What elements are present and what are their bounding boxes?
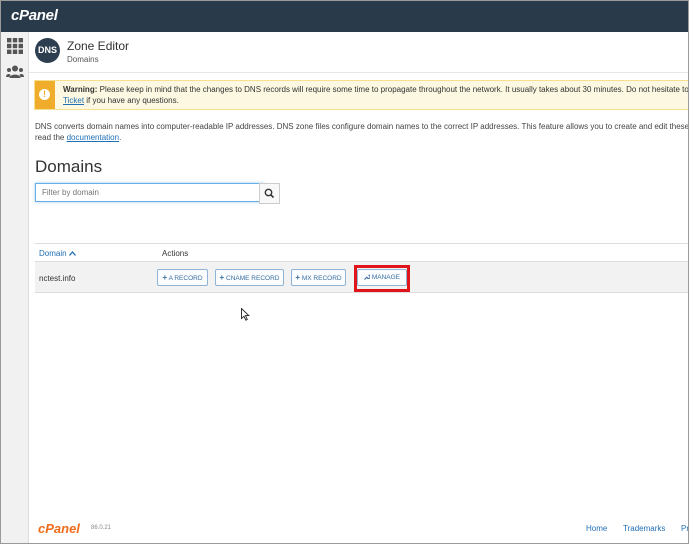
- side-nav: [1, 32, 29, 543]
- version-number: 86.0.21: [91, 525, 112, 531]
- header-divider: [29, 72, 688, 73]
- plus-icon: +: [219, 273, 225, 282]
- warning-message: Please keep in mind that the changes to …: [99, 85, 689, 94]
- description-line-2-prefix: read the: [35, 132, 65, 142]
- column-header-domain[interactable]: Domain: [39, 249, 76, 258]
- exclamation-icon: !: [39, 89, 50, 100]
- sort-ascending-icon: [68, 251, 76, 257]
- mouse-cursor-icon: [241, 308, 250, 321]
- footer-link-home[interactable]: Home: [586, 524, 607, 533]
- plus-icon: +: [162, 273, 168, 282]
- footer-link-privacy[interactable]: Pr: [681, 524, 688, 533]
- description-line-2-suffix: .: [119, 132, 122, 142]
- page-title: Zone Editor: [67, 39, 130, 53]
- column-header-domain-label: Domain: [39, 249, 67, 258]
- warning-message-2: if you have any questions.: [86, 95, 179, 105]
- footer-link-trademarks[interactable]: Trademarks: [623, 524, 665, 533]
- plus-icon: +: [295, 273, 301, 282]
- manage-highlight-box: [354, 265, 410, 292]
- add-a-record-label: A RECORD: [168, 275, 203, 282]
- domain-filter-input[interactable]: [35, 183, 264, 202]
- add-a-record-button[interactable]: + A RECORD: [157, 269, 208, 286]
- top-bar: cPanel: [1, 1, 688, 32]
- domains-heading: Domains: [35, 157, 103, 176]
- ticket-link[interactable]: Ticket: [63, 96, 84, 105]
- table-top-border: [35, 243, 688, 244]
- warning-callout: ! Warning: Please keep in mind that the …: [34, 80, 688, 110]
- footer-cpanel-logo: cPanel: [38, 521, 80, 536]
- warning-icon-strip: !: [35, 81, 55, 109]
- cpanel-logo[interactable]: cPanel: [11, 7, 58, 24]
- add-mx-record-label: MX RECORD: [301, 275, 342, 282]
- browser-frame: cPanel DNS Zone Editor Domains ! Warning…: [0, 0, 689, 544]
- add-cname-record-label: CNAME RECORD: [226, 275, 280, 282]
- documentation-link[interactable]: documentation: [67, 133, 119, 142]
- dns-icon: DNS: [35, 38, 60, 63]
- add-cname-record-button[interactable]: + CNAME RECORD: [215, 269, 284, 286]
- column-header-actions: Actions: [162, 249, 189, 258]
- search-icon: [264, 188, 275, 199]
- feature-description: DNS converts domain names into computer-…: [35, 122, 688, 143]
- search-button[interactable]: [259, 183, 280, 204]
- warning-text: Warning: Please keep in mind that the ch…: [63, 85, 688, 106]
- domain-cell: nctest.info: [39, 274, 76, 283]
- users-icon[interactable]: [6, 64, 24, 80]
- warning-label: Warning:: [63, 85, 98, 94]
- main-content: DNS Zone Editor Domains ! Warning: Pleas…: [29, 32, 688, 543]
- add-mx-record-button[interactable]: + MX RECORD: [291, 269, 346, 286]
- description-line-1: DNS converts domain names into computer-…: [35, 122, 689, 131]
- table-row: nctest.info + A RECORD + CNAME RECORD + …: [35, 262, 688, 293]
- page-header: DNS Zone Editor Domains: [35, 38, 335, 68]
- grid-icon[interactable]: [7, 38, 23, 54]
- breadcrumb: Domains: [67, 55, 99, 64]
